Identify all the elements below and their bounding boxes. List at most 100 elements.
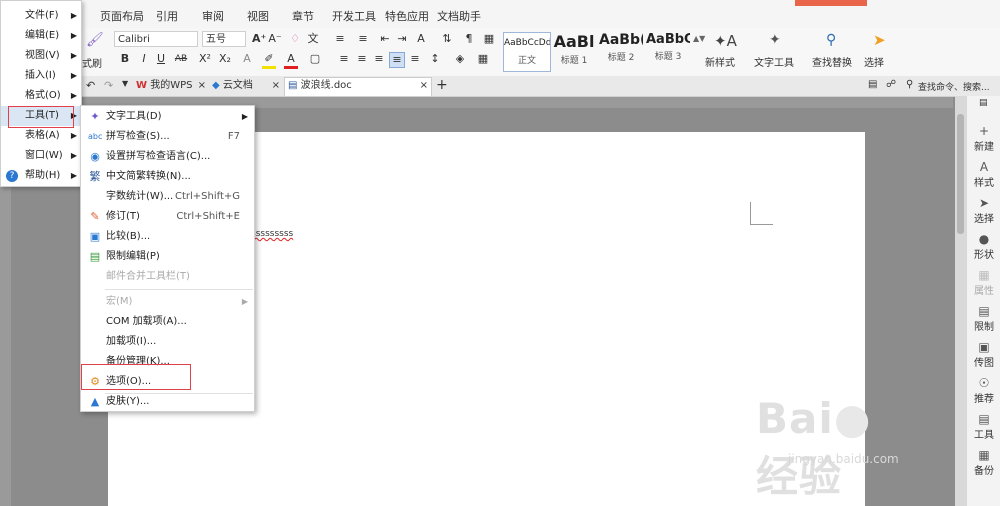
style-heading-3[interactable]: AaBbC 标题 3	[646, 32, 690, 68]
tab-doc-assistant[interactable]: 文档助手	[437, 8, 481, 24]
chinese-layout-icon[interactable]: A	[414, 32, 428, 46]
panel-icon[interactable]: ▤	[868, 79, 877, 90]
sidebar-item-select[interactable]: ➤ 选择	[967, 196, 1000, 225]
select-button[interactable]: 选择	[864, 54, 884, 69]
sidebar-toggle-icon[interactable]: ▤	[979, 98, 988, 108]
menu-item-track-changes[interactable]: ✎ 修订(T) Ctrl+Shift+E	[81, 207, 254, 227]
find-replace-icon[interactable]: ⚲	[826, 32, 836, 48]
close-icon[interactable]: ×	[198, 78, 206, 94]
menu-table[interactable]: 表格(A) ▶	[1, 126, 81, 146]
command-search-input[interactable]: 查找命令、搜索...	[918, 80, 990, 93]
tab-developer[interactable]: 开发工具	[332, 8, 376, 24]
menu-item-macro[interactable]: 宏(M) ▶	[81, 292, 254, 312]
tab-references[interactable]: 引用	[156, 8, 178, 24]
text-effect-icon[interactable]: A	[240, 52, 254, 66]
menu-help[interactable]: ? 帮助(H) ▶	[1, 166, 81, 186]
text-tools-button[interactable]: 文字工具	[754, 54, 794, 69]
tab-view[interactable]: 视图	[247, 8, 269, 24]
new-style-icon[interactable]: ✦A	[714, 32, 737, 50]
styles-scroll-icon[interactable]: ▲▼	[693, 34, 705, 43]
subscript-icon[interactable]: X₂	[218, 52, 232, 66]
undo-icon[interactable]: ↶	[86, 79, 95, 92]
text-tools-icon[interactable]: ✦	[769, 32, 781, 48]
menu-item-com-addins[interactable]: COM 加载项(A)...	[81, 312, 254, 332]
sidebar-item-tools[interactable]: ▤ 工具	[967, 412, 1000, 441]
menu-edit[interactable]: 编辑(E) ▶	[1, 26, 81, 46]
menu-item-spell-language[interactable]: ◉ 设置拼写检查语言(C)...	[81, 147, 254, 167]
highlight-icon[interactable]: ✐	[262, 52, 276, 69]
format-painter-icon[interactable]: 🖌	[86, 32, 104, 48]
clear-format-icon[interactable]: ♢	[288, 32, 302, 46]
menu-file[interactable]: 文件(F) ▶	[1, 6, 81, 26]
menu-item-text-tools[interactable]: ✦ 文字工具(D) ▶	[81, 107, 254, 127]
shrink-font-icon[interactable]: A⁻	[268, 32, 282, 46]
close-icon[interactable]: ×	[272, 78, 280, 94]
new-style-button[interactable]: 新样式	[705, 54, 735, 69]
menu-item-mail-merge[interactable]: 邮件合并工具栏(T)	[81, 267, 254, 287]
shading-icon[interactable]: ◈	[453, 52, 467, 66]
tab-my-wps[interactable]: W 我的WPS ×	[136, 78, 208, 94]
numbering-icon[interactable]: ≡	[356, 32, 370, 46]
share-icon[interactable]: ☍	[886, 79, 896, 90]
document-text[interactable]: sssssssss	[251, 229, 293, 239]
menu-item-skin[interactable]: ▲ 皮肤(Y)...	[81, 392, 254, 412]
menu-item-addins[interactable]: 加载项(I)...	[81, 332, 254, 352]
tab-review[interactable]: 审阅	[202, 8, 224, 24]
justify-icon[interactable]: ≡	[389, 52, 405, 68]
char-border-icon[interactable]: ▢	[308, 52, 322, 66]
tab-list-dropdown-icon[interactable]: ▼	[122, 79, 128, 88]
style-heading-2[interactable]: AaBb( 标题 2	[599, 32, 643, 68]
strikethrough-icon[interactable]: AB	[174, 52, 188, 66]
superscript-icon[interactable]: X²	[198, 52, 212, 66]
menu-window[interactable]: 窗口(W) ▶	[1, 146, 81, 166]
vertical-scrollbar[interactable]	[955, 96, 966, 506]
style-heading-1[interactable]: AaBl 标题 1	[552, 32, 596, 68]
increase-indent-icon[interactable]: ⇥	[395, 32, 409, 46]
menu-item-restrict-editing[interactable]: ▤ 限制编辑(P)	[81, 247, 254, 267]
decrease-indent-icon[interactable]: ⇤	[378, 32, 392, 46]
new-tab-plus-icon[interactable]: +	[436, 77, 448, 93]
sidebar-item-recommend[interactable]: ☉ 推荐	[967, 376, 1000, 405]
line-spacing-icon[interactable]: ↕	[428, 52, 442, 66]
underline-icon[interactable]: U	[154, 52, 168, 66]
sidebar-item-properties[interactable]: ▦ 属性	[967, 268, 1000, 297]
font-size-select[interactable]: 五号	[202, 31, 246, 47]
borders-icon[interactable]: ▦	[476, 52, 490, 66]
sidebar-item-style[interactable]: A 样式	[967, 160, 1000, 189]
font-name-select[interactable]: Calibri	[114, 31, 198, 47]
align-center-icon[interactable]: ≡	[355, 52, 369, 66]
menu-item-compare[interactable]: ▣ 比较(B)...	[81, 227, 254, 247]
sort-icon[interactable]: ⇅	[440, 32, 454, 46]
sidebar-item-shape[interactable]: ● 形状	[967, 232, 1000, 261]
align-left-icon[interactable]: ≡	[337, 52, 351, 66]
menu-item-word-count[interactable]: 字数统计(W)... Ctrl+Shift+G	[81, 187, 254, 207]
menu-format[interactable]: 格式(O) ▶	[1, 86, 81, 106]
bullets-icon[interactable]: ≡	[333, 32, 347, 46]
table-border-icon[interactable]: ▦	[482, 32, 496, 46]
tab-special[interactable]: 特色应用	[385, 8, 429, 24]
tab-cloud-docs[interactable]: ◆ 云文档 ×	[212, 78, 282, 94]
menu-insert[interactable]: 插入(I) ▶	[1, 66, 81, 86]
menu-item-chinese-conversion[interactable]: 繁中文简繁转换(N)...	[81, 167, 254, 187]
menu-item-spell-check[interactable]: abc 拼写检查(S)... F7	[81, 127, 254, 147]
align-right-icon[interactable]: ≡	[372, 52, 386, 66]
tab-section[interactable]: 章节	[292, 8, 314, 24]
show-marks-icon[interactable]: ¶	[462, 32, 476, 46]
search-icon[interactable]: ⚲	[906, 79, 913, 90]
redo-icon[interactable]: ↷	[104, 79, 113, 92]
find-replace-button[interactable]: 查找替换	[812, 54, 852, 69]
bold-icon[interactable]: B	[118, 52, 132, 66]
sidebar-item-backup[interactable]: ▦ 备份	[967, 448, 1000, 477]
tab-page-layout[interactable]: 页面布局	[100, 8, 144, 24]
italic-icon[interactable]: I	[137, 52, 151, 66]
style-normal[interactable]: AaBbCcDd 正文	[503, 32, 551, 72]
pinyin-icon[interactable]: 文	[306, 32, 320, 46]
font-color-icon[interactable]: A	[284, 52, 298, 69]
sidebar-item-new[interactable]: + 新建	[967, 124, 1000, 153]
sidebar-item-upload-image[interactable]: ▣ 传图	[967, 340, 1000, 369]
scrollbar-thumb[interactable]	[957, 114, 964, 234]
distributed-icon[interactable]: ≡	[408, 52, 422, 66]
format-painter-label[interactable]: 式刷	[82, 55, 102, 70]
menu-view[interactable]: 视图(V) ▶	[1, 46, 81, 66]
tab-current-document[interactable]: ▤ 波浪线.doc ×	[284, 77, 432, 96]
